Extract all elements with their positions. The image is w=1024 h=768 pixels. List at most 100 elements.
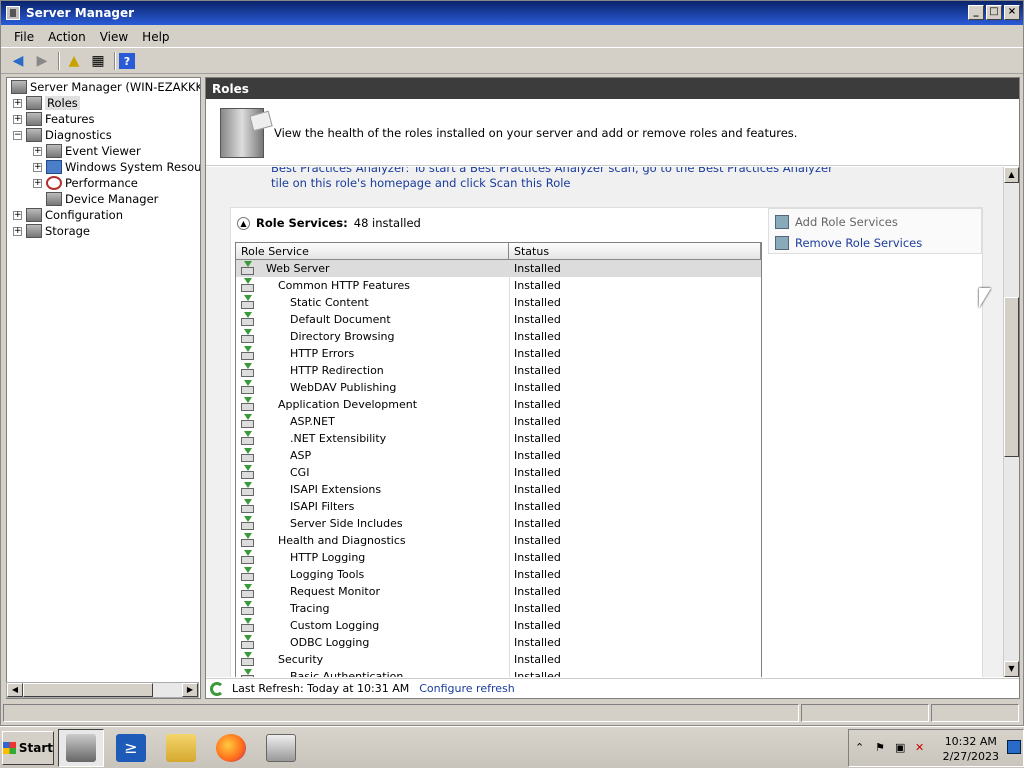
- remove-role-services-link[interactable]: Remove Role Services: [775, 236, 922, 250]
- installed-role-icon: [240, 295, 255, 310]
- details-vertical-scrollbar[interactable]: ▲ ▼: [1003, 167, 1019, 677]
- role-service-name: CGI: [290, 466, 310, 479]
- expand-icon[interactable]: +: [13, 98, 22, 108]
- role-service-status: Installed: [514, 347, 561, 360]
- list-item[interactable]: Logging Tools Installed: [236, 566, 761, 583]
- expand-icon[interactable]: +: [33, 178, 42, 188]
- column-role-service[interactable]: Role Service: [236, 243, 509, 260]
- start-label: Start: [18, 740, 53, 755]
- tree-root[interactable]: Server Manager (WIN-EZAKKKCW3: [11, 79, 200, 95]
- bpa-line-2[interactable]: tile on this role's homepage and click S…: [271, 176, 751, 191]
- network-icon[interactable]: ▣: [895, 741, 909, 755]
- menu-help[interactable]: Help: [135, 30, 176, 44]
- tree-item-storage[interactable]: + Storage: [13, 223, 90, 239]
- toolbar-separator: [58, 52, 60, 70]
- show-desktop-icon[interactable]: [1007, 740, 1021, 754]
- tree-item-configuration[interactable]: + Configuration: [13, 207, 123, 223]
- tree-horizontal-scrollbar[interactable]: ◀ ▶: [6, 682, 199, 698]
- show-hide-tree-icon[interactable]: ▦: [87, 51, 109, 71]
- powershell-icon[interactable]: ≥: [108, 729, 154, 767]
- action-center-flag-icon[interactable]: ⚑: [875, 741, 889, 755]
- list-item[interactable]: HTTP Logging Installed: [236, 549, 761, 566]
- tree-item-features[interactable]: + Features: [13, 111, 94, 127]
- start-button[interactable]: Start: [2, 730, 54, 765]
- show-hidden-icons-icon[interactable]: ⌃: [855, 741, 869, 755]
- list-item[interactable]: Application Development Installed: [236, 396, 761, 413]
- expand-icon[interactable]: +: [33, 162, 42, 172]
- scroll-right-icon[interactable]: ▶: [182, 683, 198, 697]
- installed-role-icon: [240, 414, 255, 429]
- column-status[interactable]: Status: [509, 243, 761, 260]
- list-item[interactable]: Basic Authentication Installed: [236, 668, 761, 677]
- list-item[interactable]: ODBC Logging Installed: [236, 634, 761, 651]
- tree-item-event-viewer[interactable]: + Event Viewer: [33, 143, 141, 159]
- scroll-thumb[interactable]: [1004, 297, 1019, 457]
- expand-icon[interactable]: +: [33, 146, 42, 156]
- list-item[interactable]: HTTP Errors Installed: [236, 345, 761, 362]
- list-item[interactable]: Web Server Installed: [236, 260, 761, 277]
- close-button[interactable]: ×: [1004, 5, 1020, 20]
- up-folder-icon[interactable]: ▲: [63, 51, 85, 71]
- list-item[interactable]: Default Document Installed: [236, 311, 761, 328]
- configure-refresh-link[interactable]: Configure refresh: [419, 682, 514, 695]
- scroll-up-icon[interactable]: ▲: [1004, 167, 1019, 183]
- forward-icon[interactable]: ▶: [31, 51, 53, 71]
- add-role-services-link[interactable]: Add Role Services: [775, 215, 898, 229]
- list-item[interactable]: Server Side Includes Installed: [236, 515, 761, 532]
- expand-icon[interactable]: +: [13, 114, 22, 124]
- list-item[interactable]: CGI Installed: [236, 464, 761, 481]
- tree-item-diagnostics[interactable]: − Diagnostics: [13, 127, 112, 143]
- menu-file[interactable]: File: [7, 30, 41, 44]
- system-tool-icon[interactable]: [258, 729, 304, 767]
- list-item[interactable]: ISAPI Extensions Installed: [236, 481, 761, 498]
- list-item[interactable]: Common HTTP Features Installed: [236, 277, 761, 294]
- clock[interactable]: 10:32 AM 2/27/2023: [943, 734, 999, 764]
- help-icon[interactable]: ?: [119, 53, 135, 69]
- firefox-icon[interactable]: [208, 729, 254, 767]
- role-service-name: WebDAV Publishing: [290, 381, 397, 394]
- list-item[interactable]: Security Installed: [236, 651, 761, 668]
- list-item[interactable]: WebDAV Publishing Installed: [236, 379, 761, 396]
- tree-item-device-manager[interactable]: Device Manager: [46, 191, 158, 207]
- role-service-status: Installed: [514, 466, 561, 479]
- refresh-icon[interactable]: [210, 681, 224, 696]
- list-item[interactable]: ASP Installed: [236, 447, 761, 464]
- menu-view[interactable]: View: [93, 30, 135, 44]
- scroll-left-icon[interactable]: ◀: [7, 683, 23, 697]
- list-item[interactable]: Tracing Installed: [236, 600, 761, 617]
- tree-item-performance[interactable]: + Performance: [33, 175, 138, 191]
- tree-item-roles[interactable]: + Roles: [13, 95, 80, 111]
- list-item[interactable]: Request Monitor Installed: [236, 583, 761, 600]
- minimize-button[interactable]: _: [968, 5, 984, 20]
- expand-icon[interactable]: +: [13, 210, 22, 220]
- expand-icon[interactable]: +: [13, 226, 22, 236]
- scroll-down-icon[interactable]: ▼: [1004, 661, 1019, 677]
- status-pane-2: [801, 704, 929, 722]
- menu-action[interactable]: Action: [41, 30, 93, 44]
- role-service-status: Installed: [514, 381, 561, 394]
- list-item[interactable]: Static Content Installed: [236, 294, 761, 311]
- list-item[interactable]: ASP.NET Installed: [236, 413, 761, 430]
- list-item[interactable]: HTTP Redirection Installed: [236, 362, 761, 379]
- tree-item-windows-system-resource[interactable]: + Windows System Resource: [33, 159, 200, 175]
- scroll-thumb[interactable]: [23, 683, 153, 697]
- explorer-icon[interactable]: [158, 729, 204, 767]
- role-services-panel: ▲ Role Services: 48 installed Role Servi…: [230, 207, 983, 677]
- role-service-status: Installed: [514, 517, 561, 530]
- maximize-button[interactable]: □: [986, 5, 1002, 20]
- title-bar[interactable]: Server Manager _ □ ×: [1, 1, 1023, 25]
- list-item[interactable]: Health and Diagnostics Installed: [236, 532, 761, 549]
- collapse-section-icon[interactable]: ▲: [237, 216, 250, 230]
- collapse-icon[interactable]: −: [13, 130, 22, 140]
- list-item[interactable]: Directory Browsing Installed: [236, 328, 761, 345]
- list-item[interactable]: Custom Logging Installed: [236, 617, 761, 634]
- role-service-status: Installed: [514, 602, 561, 615]
- list-item[interactable]: ISAPI Filters Installed: [236, 498, 761, 515]
- back-icon[interactable]: ◀: [7, 51, 29, 71]
- role-service-name: Web Server: [266, 262, 330, 275]
- bpa-notice: Best Practices Analyzer: To start a Best…: [271, 167, 833, 191]
- volume-muted-icon[interactable]: ✕: [915, 741, 929, 755]
- server-manager-icon[interactable]: [58, 728, 104, 767]
- bpa-line-1[interactable]: Best Practices Analyzer: To start a Best…: [271, 167, 833, 176]
- list-item[interactable]: .NET Extensibility Installed: [236, 430, 761, 447]
